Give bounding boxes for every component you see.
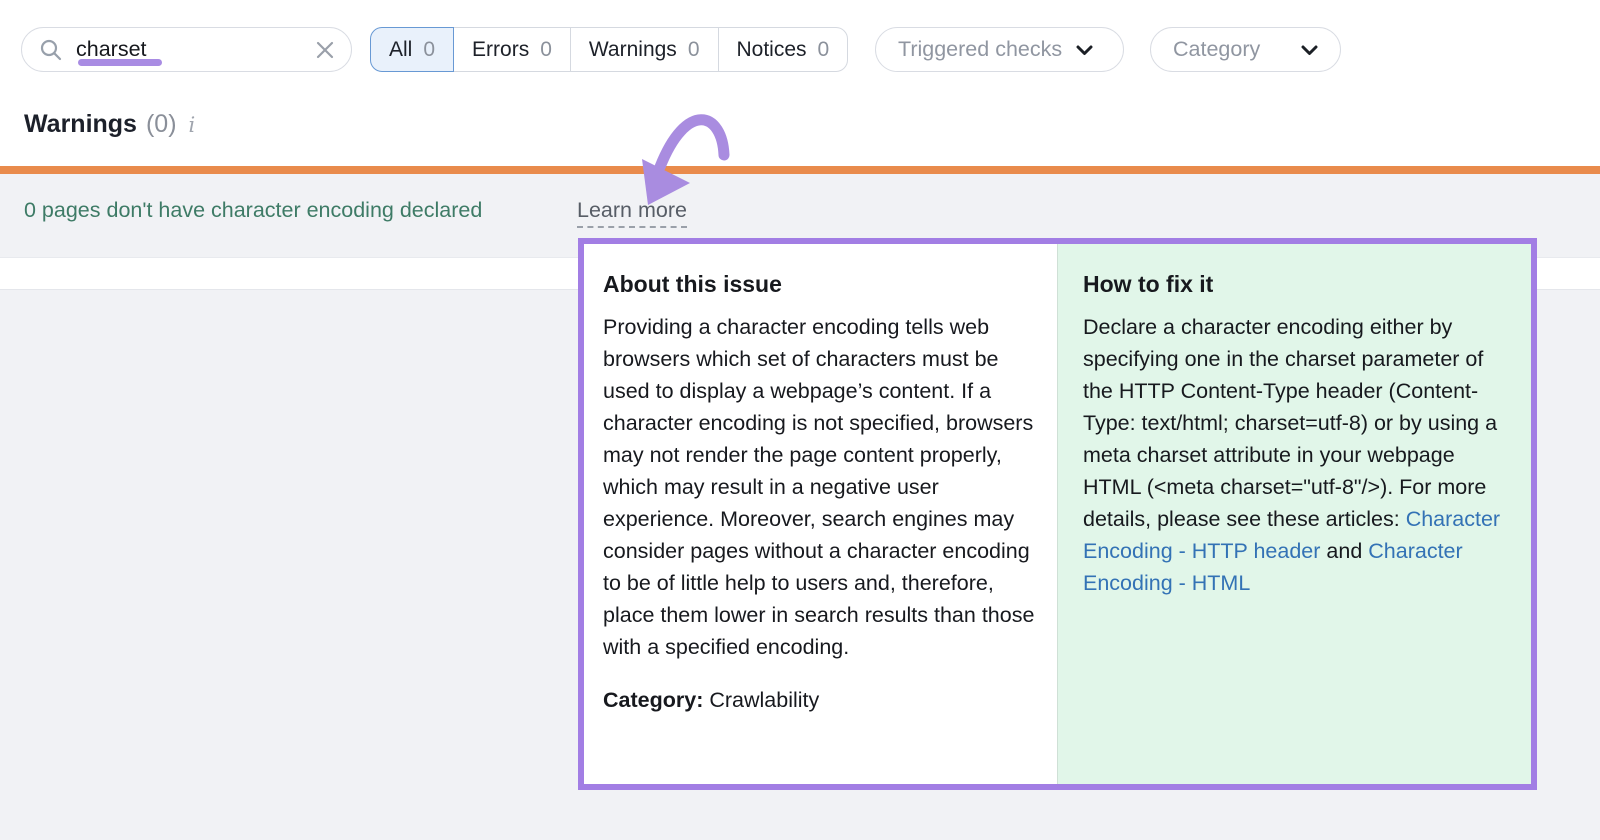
tab-notices[interactable]: Notices 0 [718, 27, 849, 72]
issue-details-popup: About this issue Providing a character e… [578, 238, 1537, 790]
annotation-arrow [608, 93, 742, 217]
how-to-fix-panel: How to fix it Declare a character encodi… [1058, 244, 1531, 784]
section-count: (0) [146, 110, 177, 139]
warnings-orange-divider [0, 166, 1600, 174]
search-highlight-underline [78, 59, 162, 66]
chevron-down-icon [1301, 37, 1318, 62]
issue-status-message: 0 pages don't have character encoding de… [24, 198, 482, 223]
triggered-checks-label: Triggered checks [898, 37, 1062, 62]
chevron-down-icon [1076, 37, 1093, 62]
about-body-text: Providing a character encoding tells web… [603, 311, 1035, 663]
warnings-section-header: Warnings (0) i [24, 110, 195, 139]
tab-all[interactable]: All 0 [370, 27, 454, 72]
fix-body-pre: Declare a character encoding either by s… [1083, 315, 1497, 531]
info-icon[interactable]: i [186, 113, 196, 137]
tab-notices-label: Notices [737, 38, 807, 62]
fix-body-and: and [1320, 539, 1368, 563]
category-value: Crawlability [709, 688, 819, 712]
tab-warnings-count: 0 [688, 38, 700, 62]
site-audit-issues-page: All 0 Errors 0 Warnings 0 Notices 0 Trig… [0, 0, 1600, 840]
tab-warnings[interactable]: Warnings 0 [570, 27, 719, 72]
tab-all-label: All [389, 38, 412, 62]
fix-body-text: Declare a character encoding either by s… [1083, 311, 1507, 599]
issue-search-box[interactable] [21, 27, 352, 72]
tab-errors-count: 0 [540, 38, 552, 62]
category-key: Category: [603, 688, 703, 712]
tab-warnings-label: Warnings [589, 38, 677, 62]
search-icon [39, 38, 63, 62]
about-this-issue-panel: About this issue Providing a character e… [584, 244, 1058, 784]
issue-category-line: Category: Crawlability [603, 688, 1035, 713]
section-title: Warnings [24, 110, 137, 139]
severity-filter-tabs: All 0 Errors 0 Warnings 0 Notices 0 [370, 27, 848, 72]
tab-errors-label: Errors [472, 38, 529, 62]
clear-search-icon[interactable] [315, 40, 335, 60]
triggered-checks-dropdown[interactable]: Triggered checks [875, 27, 1124, 72]
tab-errors[interactable]: Errors 0 [453, 27, 571, 72]
category-dropdown[interactable]: Category [1150, 27, 1341, 72]
tab-notices-count: 0 [818, 38, 830, 62]
tab-all-count: 0 [423, 38, 435, 62]
category-label: Category [1173, 37, 1260, 62]
fix-heading: How to fix it [1083, 271, 1507, 298]
about-heading: About this issue [603, 271, 1035, 298]
